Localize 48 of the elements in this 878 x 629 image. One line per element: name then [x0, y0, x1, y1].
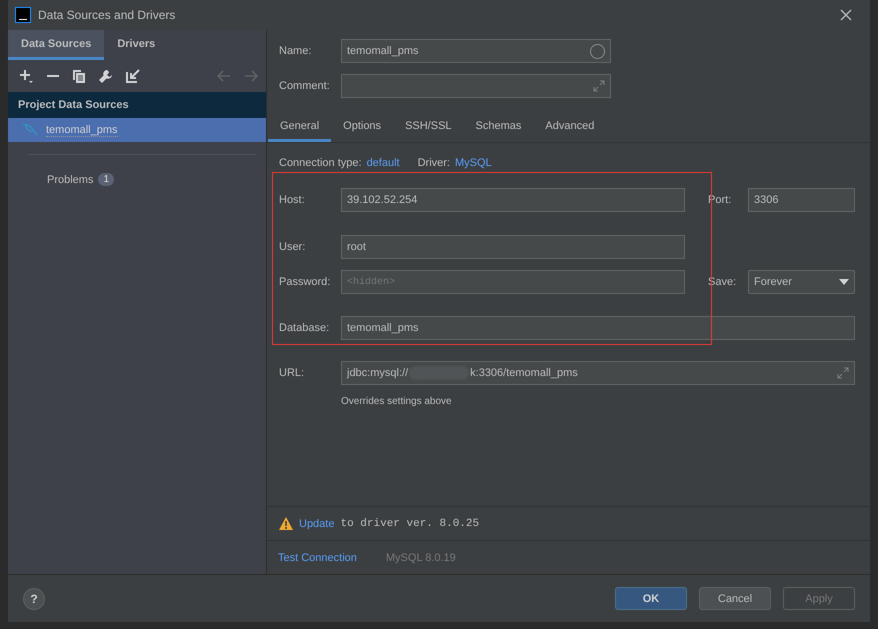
dialog-button[interactable]: Cancel	[699, 587, 771, 610]
count-badge: 1	[98, 173, 114, 186]
settings-tab[interactable]: SSH/SSL	[393, 112, 464, 142]
save-dropdown[interactable]: Forever	[748, 270, 855, 294]
close-icon[interactable]	[840, 9, 852, 21]
name-field[interactable]: temomall_pms	[341, 39, 611, 63]
url-field[interactable]: jdbc:mysql:// k:3306/temomall_pms	[341, 361, 855, 385]
dropdown-arrow-icon	[839, 279, 849, 285]
import-icon[interactable]	[126, 69, 140, 83]
driver-version: MySQL 8.0.19	[386, 552, 456, 564]
field-label: Comment:	[279, 80, 331, 92]
color-circle-icon[interactable]	[590, 44, 605, 58]
field-label: Connection type:	[279, 157, 362, 169]
settings-tab[interactable]: Schemas	[464, 112, 534, 142]
settings-tab[interactable]: Options	[331, 112, 394, 142]
help-button[interactable]: ?	[23, 588, 45, 610]
add-icon[interactable]	[18, 68, 34, 84]
data-source-item[interactable]: temomall_pms	[8, 118, 266, 142]
field-label: Password:	[279, 275, 332, 290]
section-header: Project Data Sources	[8, 92, 266, 118]
settings-tab[interactable]: General	[268, 112, 332, 142]
hint-text: Overrides settings above	[341, 396, 453, 407]
sidebar-tab[interactable]: Data Sources	[8, 30, 104, 60]
port-field[interactable]: 3306	[748, 188, 855, 212]
wrench-icon[interactable]	[98, 68, 113, 84]
warning-text: to driver ver. 8.0.25	[340, 518, 480, 530]
update-link[interactable]: Update	[299, 518, 334, 530]
field-label: User:	[279, 240, 306, 255]
comment-field[interactable]	[341, 74, 611, 98]
driver-link[interactable]: MySQL	[454, 157, 492, 169]
test-connection-link[interactable]: Test Connection	[278, 552, 357, 564]
user-field[interactable]: root	[341, 235, 685, 259]
field-label: URL:	[279, 366, 306, 381]
database-field[interactable]: temomall_pms	[341, 316, 855, 340]
field-label: Database:	[279, 321, 330, 336]
field-label: Host:	[279, 193, 306, 208]
field-label: Driver:	[418, 157, 450, 169]
window-title: Data Sources and Drivers	[38, 8, 176, 22]
field-label: Name:	[279, 45, 312, 57]
warning-icon	[279, 517, 293, 530]
app-logo-icon	[15, 7, 31, 23]
copy-icon[interactable]	[72, 69, 85, 83]
problems-link[interactable]: Problems	[47, 174, 94, 186]
connection-type-link[interactable]: default	[366, 157, 400, 169]
dialog-button[interactable]: OK	[615, 587, 687, 610]
settings-tab[interactable]: Advanced	[533, 112, 606, 142]
sidebar-tab[interactable]: Drivers	[104, 30, 168, 60]
host-field[interactable]: 39.102.52.254	[341, 188, 685, 212]
